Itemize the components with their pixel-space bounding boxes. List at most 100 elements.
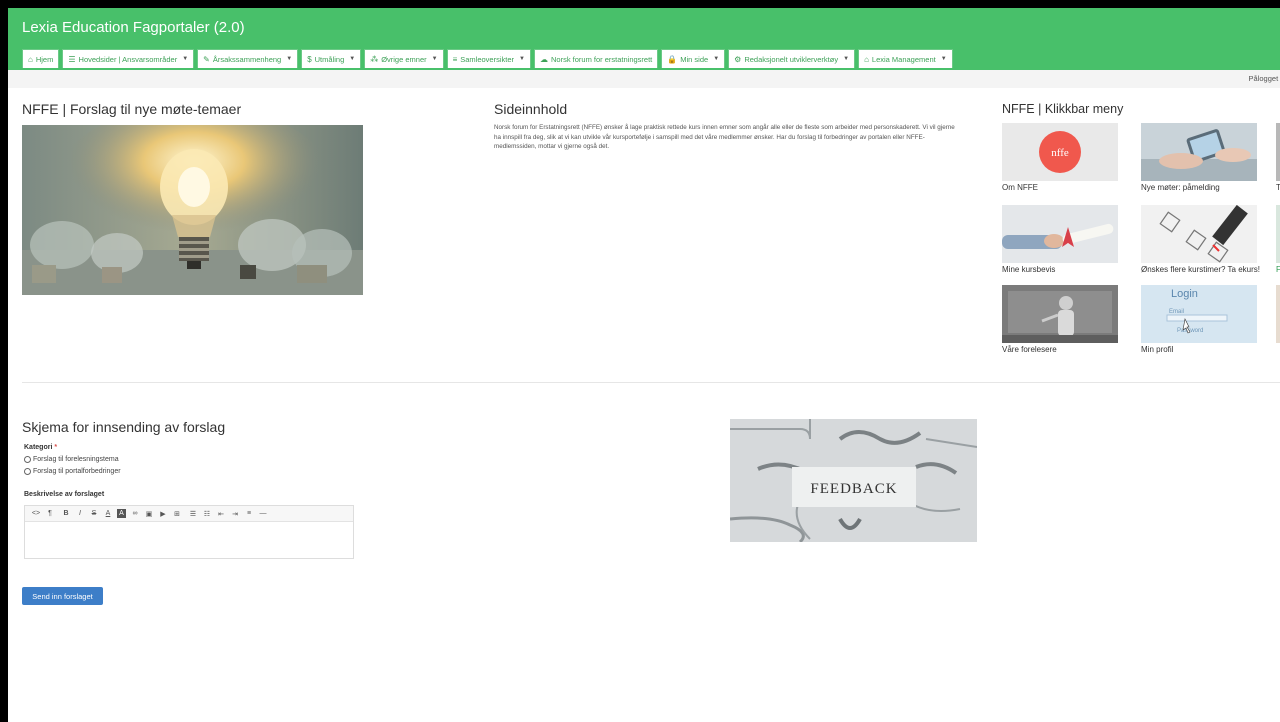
menu-tile-label: T (1276, 183, 1280, 192)
network-icon: ⁂ (370, 54, 379, 64)
nav-item-redaksjonelt-utviklerverktøy[interactable]: ⚙ Redaksjonelt utviklerverktøy ▼ (728, 49, 856, 68)
nav-item-label: Øvrige emner (381, 54, 427, 64)
indent-icon[interactable]: ⇥ (228, 507, 242, 521)
nffe-logo-image: nffe (1002, 123, 1118, 181)
editor-toolbar: <> ¶ B I S A A ∞ ▣ ▶ ⊞ ☰ ☷ ⇤ ⇥ ≡ — (25, 506, 353, 522)
nav-item-lexia-management[interactable]: ⌂ Lexia Management ▼ (858, 49, 953, 68)
required-marker: * (54, 444, 58, 451)
table-icon[interactable]: ⊞ (170, 507, 184, 521)
partial-image (1276, 285, 1280, 343)
nav-item-samleoversikter[interactable]: ≡ Samleoversikter ▼ (446, 49, 531, 68)
font-color-icon[interactable]: A (101, 507, 115, 521)
nav-item-årsakssammenheng[interactable]: ✎ Årsakssammenheng ▼ (197, 49, 299, 68)
nav-item-norsk-forum-for-erstatningsrett[interactable]: ☁ Norsk forum for erstatningsrett (533, 49, 659, 68)
page: Lexia Education Fagportaler (2.0) ⌂ Hjem ☰… (8, 8, 1280, 722)
nav-item-label: Redaksjonelt utviklerverktøy (744, 54, 839, 64)
nav-item-label: Min side (680, 54, 709, 64)
partial-image (1276, 205, 1280, 263)
caret-down-icon: ▼ (349, 56, 356, 62)
menu-tile-partial[interactable] (1276, 285, 1280, 345)
caret-down-icon: ▼ (713, 56, 720, 62)
login-screen-image: Login Email Password (1141, 285, 1257, 343)
menu-heading: NFFE | Klikkbar meny (1002, 102, 1124, 116)
link-icon[interactable]: ∞ (128, 507, 142, 521)
caret-down-icon: ▼ (182, 56, 189, 62)
kategori-label-text: Kategori (24, 444, 53, 451)
login-text: Login (1171, 288, 1198, 300)
partial-image (1276, 123, 1280, 181)
menu-tile-om-nffe[interactable]: nffe Om NFFE (1002, 123, 1118, 192)
phone-hands-image (1141, 123, 1257, 181)
horizontal-rule-icon[interactable]: — (256, 507, 270, 521)
italic-icon[interactable]: I (73, 507, 87, 521)
bank-icon: ⌂ (864, 54, 869, 64)
nav-item-label: Hovedsider | Ansvarsområder (78, 54, 178, 64)
logged-in-status: Pålogget s (1248, 74, 1280, 83)
feedback-text: FEEDBACK (810, 481, 897, 497)
nav-item-øvrige-emner[interactable]: ⁂ Øvrige emner ▼ (364, 49, 444, 68)
ordered-list-icon[interactable]: ☷ (200, 507, 214, 521)
nav-item-utmåling[interactable]: $ Utmåling ▼ (301, 49, 362, 68)
radio-button[interactable] (24, 456, 31, 463)
checkbox-pen-image (1141, 205, 1257, 263)
kategori-label: Kategori * (24, 444, 57, 451)
background-color-icon[interactable]: A (117, 509, 126, 518)
outdent-icon[interactable]: ⇤ (214, 507, 228, 521)
image-icon[interactable]: ▣ (142, 507, 156, 521)
lock-icon: 🔒 (667, 54, 678, 64)
paragraph-icon[interactable]: ¶ (43, 507, 57, 521)
video-icon[interactable]: ▶ (156, 507, 170, 521)
book-stack-icon: ☰ (68, 54, 76, 64)
radio-portalforbedringer[interactable]: Forslag til portalforbedringer (24, 468, 121, 475)
tag-icon: ✎ (203, 54, 210, 64)
list-icon: ≡ (452, 54, 458, 64)
radio-label: Forslag til forelesningstema (33, 456, 119, 463)
radio-forelesningstema[interactable]: Forslag til forelesningstema (24, 456, 119, 463)
menu-tile-label: Ønskes flere kurstimer? Ta ekurs! (1141, 265, 1261, 274)
radio-label: Forslag til portalforbedringer (33, 468, 121, 475)
menu-tile-label: Om NFFE (1002, 183, 1038, 192)
menu-tile-mine-kursbevis[interactable]: Mine kursbevis (1002, 205, 1118, 274)
submit-button[interactable]: Send inn forslaget (22, 587, 103, 605)
password-text: Password (1177, 328, 1203, 334)
code-view-icon[interactable]: <> (29, 507, 43, 521)
menu-tile-partial[interactable]: T (1276, 123, 1280, 192)
menu-tile-ekurs[interactable]: Ønskes flere kurstimer? Ta ekurs! (1141, 205, 1261, 274)
rich-text-editor: <> ¶ B I S A A ∞ ▣ ▶ ⊞ ☰ ☷ ⇤ ⇥ ≡ — (24, 505, 354, 559)
nav-item-label: Lexia Management (871, 54, 936, 64)
menu-tile-label: Min profil (1141, 345, 1174, 354)
home-icon: ⌂ (28, 54, 33, 64)
align-icon[interactable]: ≡ (242, 507, 256, 521)
menu-tile-nye-moter[interactable]: Nye møter: påmelding (1141, 123, 1257, 192)
editor-content-area[interactable] (25, 522, 353, 558)
nav-item-hovedsider-ansvarsområder[interactable]: ☰ Hovedsider | Ansvarsområder ▼ (62, 49, 195, 68)
intro-text: Norsk forum for Erstatningsrett (NFFE) ø… (494, 124, 955, 150)
caret-down-icon: ▼ (940, 56, 947, 62)
menu-tile-min-profil[interactable]: Login Email Password Min profil (1141, 285, 1257, 354)
nav-item-min-side[interactable]: 🔒 Min side ▼ (661, 49, 726, 68)
sideinnhold-heading: Sideinnhold (494, 101, 568, 117)
unordered-list-icon[interactable]: ☰ (186, 507, 200, 521)
menu-tile-label: F (1276, 265, 1280, 274)
app-title[interactable]: Lexia Education Fagportaler (2.0) (22, 19, 245, 36)
menu-tile-label: Våre forelesere (1002, 345, 1057, 354)
caret-down-icon: ▼ (519, 56, 525, 62)
cogs-icon: ⚙ (734, 54, 742, 64)
section-divider (22, 382, 1280, 383)
page-title: NFFE | Forslag til nye møte-temaer (22, 101, 242, 117)
nav-item-hjem[interactable]: ⌂ Hjem (22, 49, 60, 68)
nffe-logo-text: nffe (1051, 147, 1069, 159)
nav-item-label: Årsakssammenheng (212, 54, 282, 64)
menu-tile-partial[interactable]: F (1276, 205, 1280, 274)
menu-tile-vare-forelesere[interactable]: Våre forelesere (1002, 285, 1118, 354)
nav-item-label: Utmåling (314, 54, 345, 64)
status-bar: Pålogget s (8, 70, 1280, 88)
lecturer-image (1002, 285, 1118, 343)
lightbulb-image (22, 125, 363, 295)
caret-down-icon: ▼ (431, 56, 438, 62)
strikethrough-icon[interactable]: S (87, 507, 101, 521)
bold-icon[interactable]: B (59, 507, 73, 521)
radio-button[interactable] (24, 468, 31, 475)
email-text: Email (1169, 309, 1184, 315)
nav-item-label: Hjem (35, 54, 54, 64)
